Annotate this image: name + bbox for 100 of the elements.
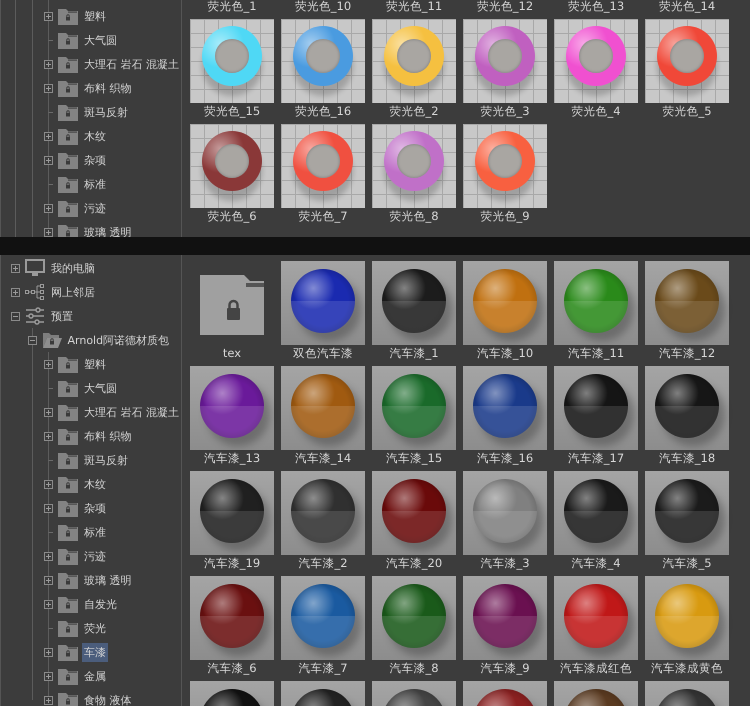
material-thumbnail[interactable] (190, 124, 274, 208)
expand-icon[interactable] (44, 576, 53, 584)
tree-item[interactable]: 杂项 (82, 498, 108, 518)
material-thumbnail[interactable] (372, 261, 456, 345)
expand-icon[interactable] (44, 552, 53, 560)
tree-item[interactable]: 车漆 (82, 642, 108, 662)
material-thumbnail[interactable] (372, 366, 456, 450)
monitor-icon (25, 259, 45, 277)
material-name: 荧光色_5 (662, 103, 712, 119)
material-thumbnail[interactable] (281, 366, 365, 450)
tree-item[interactable]: 斑马反射 (82, 450, 130, 470)
tree-item[interactable]: 荧光 (82, 618, 108, 638)
material-thumbnail[interactable] (645, 261, 729, 345)
expand-icon[interactable] (44, 432, 53, 440)
tree-item[interactable]: 自发光 (82, 594, 119, 614)
material-thumbnail[interactable] (554, 261, 638, 345)
material-name: 汽车漆_1 (389, 345, 439, 361)
tree-item[interactable]: 污迹 (82, 546, 108, 566)
expand-icon[interactable] (44, 696, 53, 704)
tree-item[interactable]: 玻璃 透明 (82, 570, 134, 590)
disc-icon (306, 39, 340, 73)
material-thumbnail[interactable] (463, 19, 547, 103)
expand-icon[interactable] (44, 228, 53, 236)
folder-lock-icon (58, 427, 78, 445)
material-thumbnail[interactable] (372, 19, 456, 103)
expand-icon[interactable] (44, 672, 53, 680)
material-thumbnail[interactable] (281, 261, 365, 345)
tree-item[interactable]: 木纹 (82, 126, 108, 146)
tree-item[interactable]: 食物 液体 (82, 690, 134, 706)
disc-icon (670, 39, 704, 73)
tree-item[interactable]: 杂项 (82, 150, 108, 170)
expand-icon[interactable] (11, 288, 20, 296)
tree-item[interactable]: 我的电脑 (49, 258, 97, 278)
material-thumbnail[interactable] (190, 366, 274, 450)
tree-item[interactable]: Arnold阿诺德材质包 (66, 330, 172, 350)
material-thumbnail[interactable] (372, 124, 456, 208)
tree-item[interactable]: 斑马反射 (82, 102, 130, 122)
expand-icon[interactable] (44, 360, 53, 368)
folder-lock-icon (58, 199, 78, 217)
tree-item[interactable]: 玻璃 透明 (82, 222, 134, 237)
material-thumbnail[interactable] (645, 576, 729, 660)
tree-item[interactable]: 大气圆 (82, 378, 119, 398)
material-thumbnail[interactable] (190, 19, 274, 103)
expand-icon[interactable] (44, 504, 53, 512)
material-name: 汽车漆_4 (571, 555, 621, 571)
expand-icon[interactable] (44, 12, 53, 20)
tree-item[interactable]: 塑料 (82, 6, 108, 26)
material-thumbnail[interactable] (554, 366, 638, 450)
tree-item[interactable]: 标准 (82, 174, 108, 194)
expand-icon[interactable] (44, 648, 53, 656)
folder-lock-icon (58, 175, 78, 193)
expand-icon[interactable] (44, 480, 53, 488)
material-thumbnail[interactable] (281, 19, 365, 103)
material-thumbnail[interactable] (463, 471, 547, 555)
material-name: 荧光色_13 (568, 0, 624, 14)
tree-item[interactable]: 标准 (82, 522, 108, 542)
tree-item[interactable]: 大理石 岩石 混凝土 (82, 402, 181, 422)
expand-icon[interactable] (44, 156, 53, 164)
tree-item[interactable]: 大理石 岩石 混凝土 (82, 54, 181, 74)
material-thumbnail[interactable] (281, 576, 365, 660)
material-thumbnail[interactable] (463, 261, 547, 345)
tree-item[interactable]: 预置 (49, 306, 75, 326)
expand-icon[interactable] (44, 204, 53, 212)
material-thumbnail[interactable] (645, 366, 729, 450)
collapse-icon[interactable] (28, 336, 36, 344)
material-name: 汽车漆_8 (389, 660, 439, 676)
folder-lock-icon (58, 595, 78, 613)
material-thumbnail[interactable] (554, 19, 638, 103)
tree-item[interactable]: 大气圆 (82, 30, 119, 50)
folder-lock-icon (58, 619, 78, 637)
material-thumbnail[interactable] (645, 19, 729, 103)
disc-icon (579, 39, 613, 73)
material-thumbnail[interactable] (463, 124, 547, 208)
material-thumbnail[interactable] (554, 576, 638, 660)
material-thumbnail[interactable] (645, 471, 729, 555)
tree-item[interactable]: 网上邻居 (49, 282, 97, 302)
expand-icon[interactable] (44, 132, 53, 140)
material-thumbnail[interactable] (372, 471, 456, 555)
material-thumbnail[interactable] (190, 576, 274, 660)
tree-item[interactable]: 金属 (82, 666, 108, 686)
tree-item[interactable]: 布料 织物 (82, 78, 134, 98)
expand-icon[interactable] (44, 84, 53, 92)
tree-item[interactable]: 木纹 (82, 474, 108, 494)
tree-item[interactable]: 布料 织物 (82, 426, 134, 446)
folder-lock-icon (58, 55, 78, 73)
material-thumbnail[interactable] (463, 366, 547, 450)
expand-icon[interactable] (44, 600, 53, 608)
collapse-icon[interactable] (11, 312, 20, 320)
material-thumbnail[interactable] (281, 124, 365, 208)
material-thumbnail[interactable] (190, 471, 274, 555)
tree-item[interactable]: 污迹 (82, 198, 108, 218)
material-thumbnail[interactable] (372, 576, 456, 660)
material-thumbnail[interactable] (463, 576, 547, 660)
expand-icon[interactable] (44, 408, 53, 416)
material-thumbnail[interactable] (554, 471, 638, 555)
folder-lock-icon (58, 403, 78, 421)
expand-icon[interactable] (44, 60, 53, 68)
tree-item[interactable]: 塑料 (82, 354, 108, 374)
expand-icon[interactable] (11, 264, 20, 272)
material-thumbnail[interactable] (281, 471, 365, 555)
